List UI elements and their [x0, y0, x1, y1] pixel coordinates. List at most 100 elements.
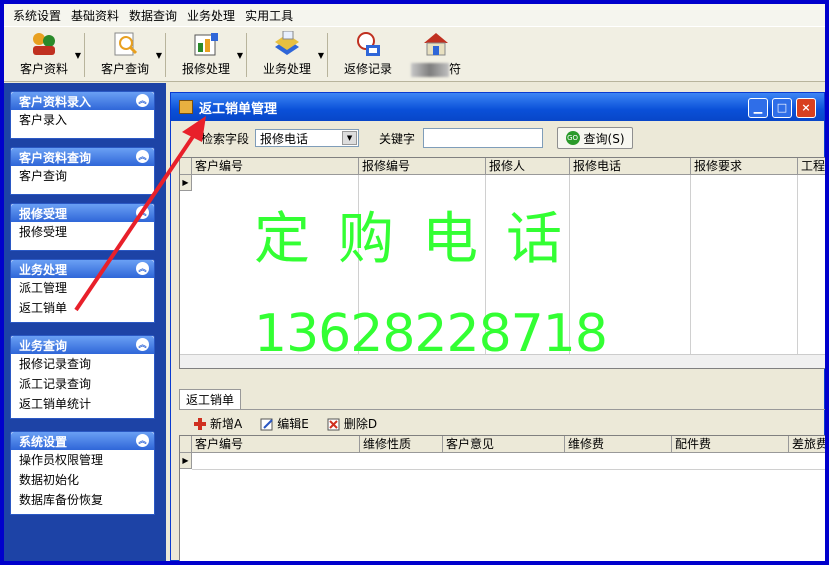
- sidebar-item-repair-records[interactable]: 报修记录查询: [11, 354, 154, 374]
- edit-button[interactable]: 编辑E: [260, 415, 309, 432]
- sidebar-item-rework-close[interactable]: 返工销单: [11, 298, 154, 318]
- menu-basic-data[interactable]: 基础资料: [66, 7, 124, 24]
- col-customer-id[interactable]: 客户编号: [192, 158, 359, 175]
- row-header-cell: [180, 436, 192, 453]
- col-reporter[interactable]: 报修人: [486, 158, 570, 175]
- sidebar-group-system-settings: 系统设置 ︽ 操作员权限管理 数据初始化 数据库备份恢复: [10, 431, 155, 515]
- dropdown-arrow-icon[interactable]: ▼: [75, 51, 81, 60]
- collapse-icon[interactable]: ︽: [136, 94, 149, 107]
- delete-button[interactable]: 删除D: [327, 415, 377, 432]
- sidebar: 客户资料录入 ︽ 客户录入 客户资料查询 ︽ 客户查询 报修受理 ︽ 报修受理 业务处…: [4, 83, 166, 561]
- sidebar-group-business: 业务处理 ︽ 派工管理 返工销单: [10, 259, 155, 323]
- collapse-icon[interactable]: ︽: [136, 206, 149, 219]
- sidebar-item-dispatch-records[interactable]: 派工记录查询: [11, 374, 154, 394]
- sidebar-group-repair-accept: 报修受理 ︽ 报修受理: [10, 203, 155, 251]
- toolbar-home-button[interactable]: 符: [402, 27, 470, 81]
- sidebar-item-permissions[interactable]: 操作员权限管理: [11, 450, 154, 470]
- field-select[interactable]: 报修电话 ▼: [255, 129, 360, 147]
- menu-data-query[interactable]: 数据查询: [124, 7, 182, 24]
- col-repair-type[interactable]: 维修性质: [360, 436, 443, 453]
- tab-divider: [179, 409, 825, 410]
- sidebar-item-dispatch[interactable]: 派工管理: [11, 278, 154, 298]
- business-icon: [273, 30, 301, 57]
- col-repair-fee[interactable]: 维修费: [565, 436, 672, 453]
- maximize-button[interactable]: □: [772, 98, 792, 118]
- col-parts-fee[interactable]: 配件费: [672, 436, 789, 453]
- sidebar-group-header[interactable]: 业务查询 ︽: [11, 336, 154, 354]
- col-engineer[interactable]: 工程师: [798, 158, 825, 175]
- toolbar-label: 客户资料: [19, 62, 68, 76]
- watermark-line2: 13628228718: [254, 304, 608, 364]
- action-bar: 新增A 编辑E 删除D: [193, 415, 395, 432]
- keyword-input[interactable]: [423, 128, 544, 148]
- close-button[interactable]: ×: [796, 98, 816, 118]
- toolbar-customer-query-button[interactable]: 客户查询 ▼: [91, 27, 162, 81]
- collapse-icon[interactable]: ︽: [136, 434, 149, 447]
- sidebar-item-customer-entry[interactable]: 客户录入: [11, 110, 154, 130]
- sidebar-group-header[interactable]: 系统设置 ︽: [11, 432, 154, 450]
- tab-rework-close[interactable]: 返工销单: [179, 389, 242, 409]
- toolbar-label: 客户查询: [100, 62, 149, 76]
- toolbar-separator: [84, 33, 85, 77]
- dropdown-arrow-icon[interactable]: ▼: [237, 51, 243, 60]
- toolbar-customer-data-button[interactable]: 客户资料 ▼: [10, 27, 81, 81]
- sidebar-item-repair-accept[interactable]: 报修受理: [11, 222, 154, 242]
- row-line: [192, 469, 825, 470]
- query-button-label: 查询(S): [583, 131, 625, 146]
- toolbar: 客户资料 ▼ 客户查询 ▼ 报修处理 ▼ 业务处理 ▼ 返修记录 符: [4, 26, 825, 82]
- sidebar-item-rework-stats[interactable]: 返工销单统计: [11, 394, 154, 414]
- add-button[interactable]: 新增A: [193, 415, 242, 432]
- sidebar-group-header[interactable]: 报修受理 ︽: [11, 204, 154, 222]
- col-travel-fee[interactable]: 差旅费: [789, 436, 825, 453]
- delete-icon: [327, 417, 341, 431]
- edit-icon: [260, 417, 274, 431]
- search-doc-icon: [111, 31, 139, 57]
- sidebar-group-customer-query: 客户资料查询 ︽ 客户查询: [10, 147, 155, 195]
- edit-label: 编辑E: [277, 417, 309, 431]
- window-icon: [179, 100, 193, 114]
- window-titlebar[interactable]: 返工销单管理 ▁ □ ×: [171, 93, 824, 121]
- collapse-icon[interactable]: ︽: [136, 338, 149, 351]
- menu-system-settings[interactable]: 系统设置: [8, 7, 66, 24]
- dropdown-arrow-icon[interactable]: ▼: [318, 51, 324, 60]
- sidebar-group-customer-entry: 客户资料录入 ︽ 客户录入: [10, 91, 155, 139]
- collapse-icon[interactable]: ︽: [136, 262, 149, 275]
- menu-tools[interactable]: 实用工具: [240, 7, 298, 24]
- col-feedback[interactable]: 客户意见: [443, 436, 565, 453]
- collapse-icon[interactable]: ︽: [136, 150, 149, 163]
- toolbar-rework-record-button[interactable]: 返修记录: [334, 27, 402, 81]
- rework-grid[interactable]: 客户编号 维修性质 客户意见 维修费 配件费 差旅费 ▶: [179, 435, 825, 561]
- keyword-label: 关键字: [379, 131, 416, 146]
- toolbar-repair-button[interactable]: 报修处理 ▼: [172, 27, 243, 81]
- app-frame: 系统设置 基础资料 数据查询 业务处理 实用工具 客户资料 ▼ 客户查询 ▼ 报…: [4, 4, 825, 561]
- field-select-value: 报修电话: [260, 131, 309, 146]
- toolbar-separator: [165, 33, 166, 77]
- current-row-icon: ▶: [180, 453, 192, 469]
- toolbar-separator: [246, 33, 247, 77]
- people-icon: [30, 31, 58, 57]
- record-icon: [354, 31, 382, 57]
- sidebar-item-data-init[interactable]: 数据初始化: [11, 470, 154, 490]
- blurred-text: [410, 62, 449, 77]
- toolbar-label: 符: [410, 60, 461, 77]
- sidebar-group-business-query: 业务查询 ︽ 报修记录查询 派工记录查询 返工销单统计: [10, 335, 155, 419]
- sidebar-item-customer-query[interactable]: 客户查询: [11, 166, 154, 186]
- row-header-cell: [180, 158, 192, 175]
- col-phone[interactable]: 报修电话: [570, 158, 691, 175]
- sidebar-item-db-backup[interactable]: 数据库备份恢复: [11, 490, 154, 510]
- sidebar-group-header[interactable]: 客户资料录入 ︽: [11, 92, 154, 110]
- col-customer-id[interactable]: 客户编号: [192, 436, 360, 453]
- grid-header: 客户编号 维修性质 客户意见 维修费 配件费 差旅费: [180, 436, 825, 453]
- minimize-button[interactable]: ▁: [748, 98, 768, 118]
- chevron-down-icon[interactable]: ▼: [342, 131, 358, 145]
- menu-business[interactable]: 业务处理: [182, 7, 240, 24]
- toolbar-business-button[interactable]: 业务处理 ▼: [253, 27, 324, 81]
- query-button[interactable]: GO 查询(S): [557, 127, 634, 149]
- sidebar-group-header[interactable]: 客户资料查询 ︽: [11, 148, 154, 166]
- col-repair-id[interactable]: 报修编号: [359, 158, 486, 175]
- filter-bar: 检索字段 报修电话 ▼ 关键字 GO 查询(S): [171, 123, 825, 153]
- dropdown-arrow-icon[interactable]: ▼: [156, 51, 162, 60]
- col-requirement[interactable]: 报修要求: [691, 158, 798, 175]
- field-label: 检索字段: [201, 131, 250, 146]
- sidebar-group-header[interactable]: 业务处理 ︽: [11, 260, 154, 278]
